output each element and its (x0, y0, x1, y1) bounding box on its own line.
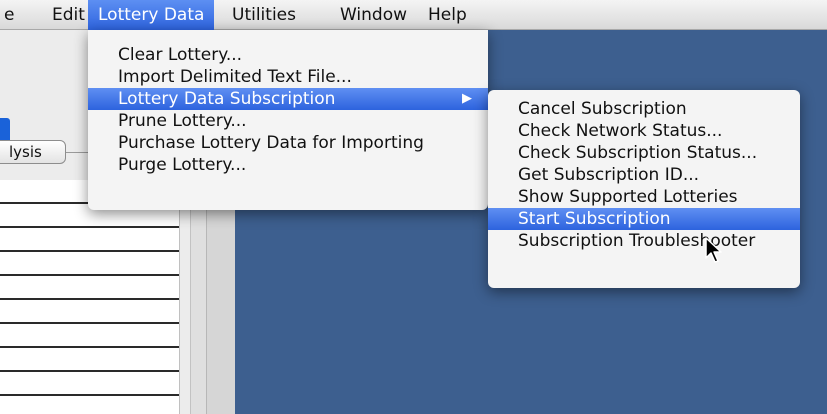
menu-item-label: Clear Lottery... (118, 45, 243, 65)
menu-item-label: Check Network Status... (518, 121, 723, 141)
menu-item-subscription-troubleshooter[interactable]: Subscription Troubleshooter (488, 230, 800, 252)
menu-item-label: Lottery Data Subscription (118, 89, 336, 109)
menu-item-start-subscription[interactable]: Start Subscription (488, 208, 800, 230)
menu-item-label: Import Delimited Text File... (118, 67, 352, 87)
mouse-cursor-icon (705, 237, 722, 263)
submenu-arrow-icon: ▶ (462, 91, 472, 106)
menu-item-label: Purge Lottery... (118, 155, 247, 175)
subscription-submenu: Cancel Subscription Check Network Status… (488, 90, 800, 288)
menu-item-label: Cancel Subscription (518, 99, 687, 119)
menu-item-show-supported-lotteries[interactable]: Show Supported Lotteries (488, 186, 800, 208)
menu-item-label: Show Supported Lotteries (518, 187, 738, 207)
menu-item-label: Prune Lottery... (118, 111, 247, 131)
menu-item-prune-lottery[interactable]: Prune Lottery... (88, 110, 488, 132)
menu-item-import-delimited[interactable]: Import Delimited Text File... (88, 66, 488, 88)
menu-item-lottery-data-subscription[interactable]: Lottery Data Subscription ▶ (88, 88, 488, 110)
menu-item-purchase-lottery-data[interactable]: Purchase Lottery Data for Importing (88, 132, 488, 154)
menu-item-check-network-status[interactable]: Check Network Status... (488, 120, 800, 142)
menu-item-label: Get Subscription ID... (518, 165, 700, 185)
menu-item-clear-lottery[interactable]: Clear Lottery... (88, 44, 488, 66)
analysis-button[interactable]: lysis (0, 140, 66, 164)
menu-item-label: Purchase Lottery Data for Importing (118, 133, 424, 153)
menu-window[interactable]: Window (330, 0, 417, 30)
menu-utilities[interactable]: Utilities (222, 0, 306, 30)
menu-bar: e Edit Lottery Data Utilities Window Hel… (0, 0, 827, 30)
lottery-list[interactable] (0, 180, 180, 414)
menu-item-cancel-subscription[interactable]: Cancel Subscription (488, 98, 800, 120)
menu-item-label: Check Subscription Status... (518, 143, 758, 163)
menu-item-purge-lottery[interactable]: Purge Lottery... (88, 154, 488, 176)
lottery-data-menu: Clear Lottery... Import Delimited Text F… (88, 30, 488, 210)
menu-item-check-subscription-status[interactable]: Check Subscription Status... (488, 142, 800, 164)
menu-item-label: Start Subscription (518, 209, 671, 229)
menu-file[interactable]: e (0, 0, 24, 30)
menu-edit[interactable]: Edit (42, 0, 95, 30)
menu-item-get-subscription-id[interactable]: Get Subscription ID... (488, 164, 800, 186)
menu-help[interactable]: Help (418, 0, 477, 30)
menu-lottery-data[interactable]: Lottery Data (88, 0, 215, 30)
